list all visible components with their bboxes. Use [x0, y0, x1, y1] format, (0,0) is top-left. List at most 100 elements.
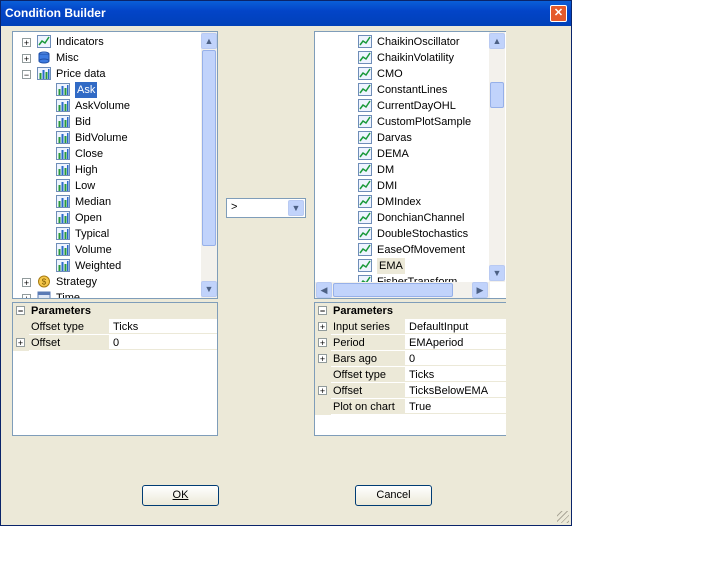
- row-gutter: [315, 367, 331, 383]
- parameter-value[interactable]: TicksBelowEMA: [404, 383, 506, 398]
- scroll-left-icon[interactable]: ◀: [316, 282, 332, 298]
- right-tree-hscrollbar[interactable]: ◀ ▶: [315, 282, 490, 298]
- parameter-row[interactable]: Offset type Ticks: [315, 367, 506, 383]
- tree-item-label: Ask: [75, 82, 98, 98]
- indicator-item[interactable]: DM: [315, 162, 490, 178]
- parameter-value[interactable]: DefaultInput: [404, 319, 506, 334]
- collapse-icon[interactable]: −: [22, 70, 31, 80]
- ok-button[interactable]: OK: [142, 485, 219, 506]
- tree-item[interactable]: + Time: [13, 290, 202, 298]
- tree-item[interactable]: Bid: [13, 114, 202, 130]
- indicator-label: ConstantLines: [377, 84, 448, 96]
- tree-item[interactable]: High: [13, 162, 202, 178]
- parameter-value[interactable]: 0: [108, 335, 217, 350]
- parameter-value[interactable]: Ticks: [108, 319, 217, 334]
- expand-icon[interactable]: +: [318, 338, 327, 348]
- tree-item[interactable]: + $ Strategy: [13, 274, 202, 290]
- parameter-value[interactable]: EMAperiod: [404, 335, 506, 350]
- scroll-down-icon[interactable]: ▼: [201, 281, 217, 297]
- collapse-icon[interactable]: −: [318, 306, 327, 316]
- expand-icon[interactable]: +: [16, 338, 25, 348]
- parameter-value[interactable]: Ticks: [404, 367, 506, 382]
- parameter-row[interactable]: Plot on chart True: [315, 399, 506, 415]
- left-tree-panel[interactable]: + Indicators + Misc − Price data Ask AskVolume B…: [12, 31, 218, 299]
- row-gutter: [315, 399, 331, 415]
- indicator-item[interactable]: CustomPlotSample: [315, 114, 490, 130]
- tree-item[interactable]: Open: [13, 210, 202, 226]
- parameter-row[interactable]: + Offset TicksBelowEMA: [315, 383, 506, 399]
- resize-grip[interactable]: [557, 511, 569, 523]
- tree-item[interactable]: + Indicators: [13, 34, 202, 50]
- parameter-row[interactable]: + Period EMAperiod: [315, 335, 506, 351]
- tree-item[interactable]: Typical: [13, 226, 202, 242]
- indicator-item[interactable]: DoubleStochastics: [315, 226, 490, 242]
- scroll-up-icon[interactable]: ▲: [201, 33, 217, 49]
- parameter-row[interactable]: + Input series DefaultInput: [315, 319, 506, 335]
- parameter-value[interactable]: True: [404, 399, 506, 414]
- indicator-item[interactable]: DMI: [315, 178, 490, 194]
- indicator-item[interactable]: DonchianChannel: [315, 210, 490, 226]
- scroll-thumb[interactable]: [202, 50, 216, 246]
- tree-item-label: Indicators: [56, 36, 104, 48]
- tree-item[interactable]: Ask: [13, 82, 202, 98]
- tree-item[interactable]: Volume: [13, 242, 202, 258]
- expand-icon[interactable]: +: [318, 354, 327, 364]
- hscroll-thumb[interactable]: [333, 283, 453, 297]
- indicator-item[interactable]: EMA: [315, 258, 490, 274]
- tree-item[interactable]: + Misc: [13, 50, 202, 66]
- tree-item-label: Weighted: [75, 260, 122, 272]
- tree-item[interactable]: Median: [13, 194, 202, 210]
- indicator-label: DMI: [377, 180, 398, 192]
- indicator-item[interactable]: FisherTransform: [315, 274, 490, 282]
- tree-item[interactable]: BidVolume: [13, 130, 202, 146]
- indicator-label: EaseOfMovement: [377, 244, 466, 256]
- bar-chart-icon: [56, 83, 71, 96]
- expand-icon[interactable]: +: [22, 38, 31, 48]
- scroll-up-icon[interactable]: ▲: [489, 33, 505, 49]
- left-tree-scrollbar[interactable]: ▲ ▼: [201, 32, 217, 298]
- expand-icon[interactable]: +: [22, 278, 31, 288]
- parameter-name: Input series: [331, 319, 404, 334]
- expand-icon[interactable]: +: [318, 322, 327, 332]
- chevron-down-icon[interactable]: ▼: [288, 200, 304, 216]
- indicator-item[interactable]: CMO: [315, 66, 490, 82]
- indicator-item[interactable]: DEMA: [315, 146, 490, 162]
- indicator-label: CMO: [377, 68, 403, 80]
- indicator-item[interactable]: CurrentDayOHL: [315, 98, 490, 114]
- scroll-thumb[interactable]: [490, 82, 504, 108]
- expand-icon[interactable]: +: [318, 386, 327, 396]
- tree-item[interactable]: Low: [13, 178, 202, 194]
- parameter-row[interactable]: + Bars ago 0: [315, 351, 506, 367]
- parameter-row[interactable]: Offset type Ticks: [13, 319, 217, 335]
- indicator-item[interactable]: DMIndex: [315, 194, 490, 210]
- parameter-row[interactable]: + Offset 0: [13, 335, 217, 351]
- expand-icon[interactable]: +: [22, 54, 31, 64]
- indicator-label: DEMA: [377, 148, 409, 160]
- tree-item-label: Price data: [56, 68, 106, 80]
- indicator-icon: [358, 275, 373, 282]
- indicator-item[interactable]: ConstantLines: [315, 82, 490, 98]
- indicator-item[interactable]: ChaikinVolatility: [315, 50, 490, 66]
- left-parameters-grid[interactable]: − Parameters Offset type Ticks + Offset 0: [12, 302, 218, 436]
- indicator-item[interactable]: Darvas: [315, 130, 490, 146]
- right-parameters-grid[interactable]: − Parameters + Input series DefaultInput + P…: [314, 302, 506, 436]
- indicator-icon: [358, 51, 373, 64]
- tree-item[interactable]: AskVolume: [13, 98, 202, 114]
- tree-item-label: AskVolume: [75, 100, 131, 112]
- indicator-item[interactable]: EaseOfMovement: [315, 242, 490, 258]
- right-tree-panel[interactable]: ChaikinOscillator ChaikinVolatility CMO Con…: [314, 31, 506, 299]
- indicator-item[interactable]: ChaikinOscillator: [315, 34, 490, 50]
- bar-chart-icon: [37, 67, 52, 80]
- tree-item[interactable]: − Price data: [13, 66, 202, 82]
- parameter-value[interactable]: 0: [404, 351, 506, 366]
- collapse-icon[interactable]: −: [16, 306, 25, 316]
- scroll-down-icon[interactable]: ▼: [489, 265, 505, 281]
- right-tree-vscrollbar[interactable]: ▲ ▼: [489, 32, 505, 282]
- operator-dropdown[interactable]: > ▼: [226, 198, 306, 218]
- close-icon[interactable]: ✕: [550, 5, 567, 22]
- scroll-right-icon[interactable]: ▶: [472, 282, 488, 298]
- cancel-button[interactable]: Cancel: [355, 485, 432, 506]
- expand-icon[interactable]: +: [22, 294, 31, 298]
- tree-item[interactable]: Weighted: [13, 258, 202, 274]
- tree-item[interactable]: Close: [13, 146, 202, 162]
